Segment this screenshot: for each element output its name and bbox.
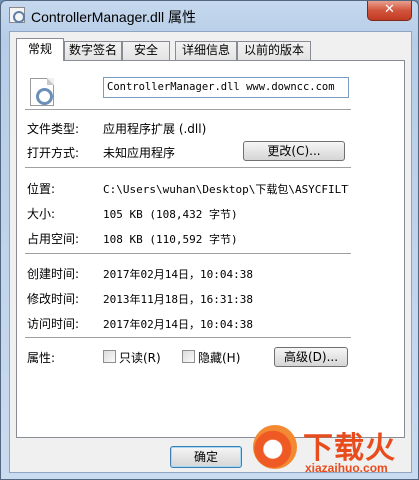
created-label: 创建时间: xyxy=(27,267,80,281)
divider xyxy=(25,167,351,168)
change-button[interactable]: 更改(C)... xyxy=(243,141,345,161)
tab-details[interactable]: 详细信息 xyxy=(175,41,237,60)
title-bar[interactable]: ControllerManager.dll 属性 ✕ xyxy=(1,1,418,31)
general-tab-panel: ControllerManager.dll www.downcc.com 文件类… xyxy=(16,60,405,438)
location-value: C:\Users\wuhan\Desktop\下载包\ASYCFILT\Co xyxy=(103,183,349,196)
divider xyxy=(25,109,351,110)
opens-with-value: 未知应用程序 xyxy=(103,146,176,160)
dll-file-icon xyxy=(30,78,54,106)
created-value: 2017年02月14日，10:04:38 xyxy=(103,268,253,281)
watermark-url: xiazaihuo.com xyxy=(305,461,388,475)
close-button[interactable]: ✕ xyxy=(367,1,412,21)
properties-window: ControllerManager.dll 属性 ✕ 常规 数字签名 安全 详细… xyxy=(0,0,419,480)
tab-general[interactable]: 常规 xyxy=(16,38,64,61)
divider xyxy=(25,253,351,254)
accessed-value: 2017年02月14日，10:04:38 xyxy=(103,318,253,331)
location-label: 位置: xyxy=(27,182,56,196)
file-type-label: 文件类型: xyxy=(27,122,80,136)
accessed-label: 访问时间: xyxy=(27,317,80,331)
readonly-label[interactable]: 只读(R) xyxy=(119,349,161,366)
divider xyxy=(25,337,351,338)
file-name-field[interactable]: ControllerManager.dll www.downcc.com xyxy=(103,77,349,98)
size-on-disk-value: 108 KB (110,592 字节) xyxy=(103,233,238,246)
modified-label: 修改时间: xyxy=(27,292,80,306)
readonly-checkbox[interactable] xyxy=(103,350,116,363)
watermark-logo-icon xyxy=(253,425,297,469)
file-type-value: 应用程序扩展 (.dll) xyxy=(103,122,207,136)
opens-with-label: 打开方式: xyxy=(27,146,80,160)
app-icon xyxy=(9,7,25,23)
tab-previous-versions[interactable]: 以前的版本 xyxy=(237,41,311,60)
modified-value: 2013年11月18日，16:31:38 xyxy=(103,293,253,306)
ok-button[interactable]: 确定 xyxy=(170,446,242,468)
hidden-label[interactable]: 隐藏(H) xyxy=(198,349,240,366)
window-title: ControllerManager.dll 属性 xyxy=(31,9,196,25)
hidden-checkbox[interactable] xyxy=(182,350,195,363)
advanced-button[interactable]: 高级(D)... xyxy=(274,347,348,367)
tab-security[interactable]: 安全 xyxy=(122,41,170,60)
close-icon: ✕ xyxy=(384,2,395,17)
size-value: 105 KB (108,432 字节) xyxy=(103,208,238,221)
attributes-label: 属性: xyxy=(27,351,56,365)
size-label: 大小: xyxy=(27,207,56,221)
watermark: 下载火 xiazaihuo.com xyxy=(245,421,419,480)
dialog-body: 常规 数字签名 安全 详细信息 以前的版本 ControllerManager.… xyxy=(9,31,412,473)
size-on-disk-label: 占用空间: xyxy=(27,232,80,246)
tab-digital-signatures[interactable]: 数字签名 xyxy=(64,41,122,60)
